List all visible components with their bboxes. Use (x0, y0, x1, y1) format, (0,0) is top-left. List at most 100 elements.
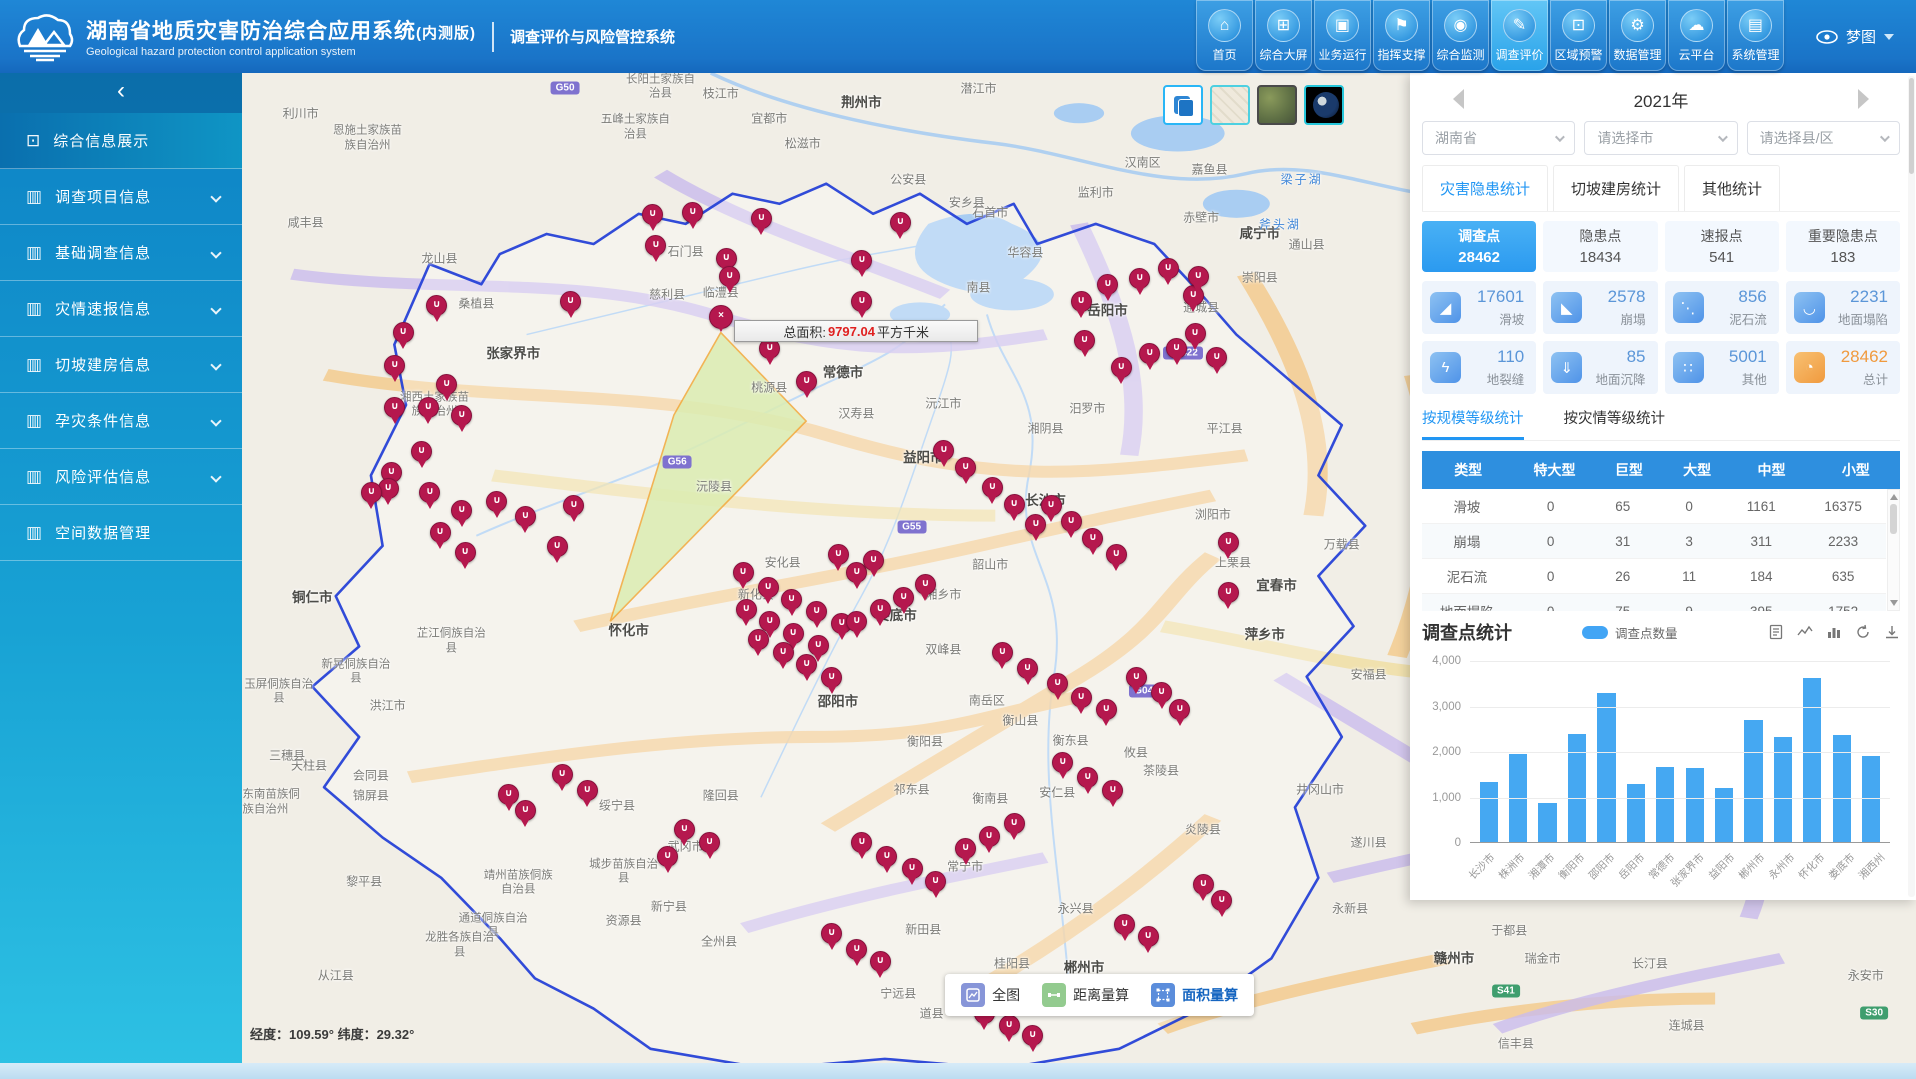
hazard-pin[interactable]: ∪ (436, 374, 457, 395)
hazard-pin[interactable]: ∪ (1139, 343, 1160, 364)
hazard-pin[interactable]: ∪ (418, 397, 439, 418)
hazard-pin[interactable]: ∪ (999, 1015, 1020, 1036)
scroll-thumb[interactable] (1890, 504, 1897, 534)
panel-scrollbar[interactable] (1908, 76, 1915, 897)
hazard-pin[interactable]: ∪ (430, 522, 451, 543)
sidebar-item-0[interactable]: ⊡综合信息展示 (0, 113, 242, 169)
hazard-pin[interactable]: ∪ (1004, 494, 1025, 515)
city-select[interactable]: 请选择市 (1584, 121, 1737, 155)
type-card-泥石流[interactable]: ⋱856泥石流 (1665, 281, 1779, 334)
hazard-pin[interactable]: ∪ (547, 536, 568, 557)
data-view-icon[interactable] (1768, 624, 1784, 640)
summary-card-2[interactable]: 速报点541 (1665, 221, 1779, 272)
hazard-pin[interactable]: ∪ (773, 642, 794, 663)
distance-measure-button[interactable]: 距离量算 (1042, 983, 1129, 1007)
layer-street-button[interactable] (1210, 85, 1250, 125)
hazard-pin[interactable]: ∪ (870, 599, 891, 620)
hazard-pin[interactable]: ∪ (1106, 544, 1127, 565)
subtab-1[interactable]: 按灾情等级统计 (1564, 407, 1666, 440)
type-card-其他[interactable]: ∷5001其他 (1665, 341, 1779, 394)
type-card-滑坡[interactable]: ◢17601滑坡 (1422, 281, 1536, 334)
hazard-pin[interactable]: ∪ (751, 208, 772, 229)
sidebar-item-2[interactable]: ▥基础调查信息 (0, 225, 242, 281)
summary-card-1[interactable]: 隐患点18434 (1543, 221, 1657, 272)
nav-tab-region[interactable]: ⊡区域预警 (1550, 0, 1607, 71)
user-area[interactable]: 梦图 (1786, 26, 1916, 47)
hazard-pin[interactable]: ∪ (1188, 266, 1209, 287)
nav-tab-survey[interactable]: ✎调查评价 (1491, 0, 1548, 71)
tab-1[interactable]: 切坡建房统计 (1553, 165, 1679, 211)
measure-close-pin[interactable]: × (709, 305, 733, 329)
next-year-button[interactable] (1858, 89, 1869, 109)
hazard-pin[interactable]: ∪ (1206, 347, 1227, 368)
hazard-pin[interactable]: ∪ (657, 846, 678, 867)
hazard-pin[interactable]: ∪ (1185, 323, 1206, 344)
hazard-pin[interactable]: ∪ (890, 212, 911, 233)
hazard-pin[interactable]: ∪ (902, 858, 923, 879)
scroll-down-icon[interactable] (1890, 600, 1898, 606)
hazard-pin[interactable]: ∪ (1218, 532, 1239, 553)
hazard-pin[interactable]: ∪ (821, 667, 842, 688)
hazard-pin[interactable]: ∪ (758, 577, 779, 598)
hazard-pin[interactable]: ∪ (1218, 582, 1239, 603)
summary-card-3[interactable]: 重要隐患点183 (1786, 221, 1900, 272)
hazard-pin[interactable]: ∪ (1096, 699, 1117, 720)
subtab-0[interactable]: 按规模等级统计 (1422, 407, 1524, 440)
hazard-pin[interactable]: ∪ (979, 826, 1000, 847)
nav-tab-cloud[interactable]: ☁云平台 (1668, 0, 1725, 71)
sidebar-item-5[interactable]: ▥孕灾条件信息 (0, 393, 242, 449)
full-extent-button[interactable]: 全图 (961, 983, 1020, 1007)
hazard-pin[interactable]: ∪ (1166, 338, 1187, 359)
hazard-pin[interactable]: ∪ (642, 204, 663, 225)
nav-tab-command[interactable]: ⚑指挥支撑 (1373, 0, 1430, 71)
chart-legend[interactable]: 调查点数量 (1582, 623, 1678, 642)
refresh-icon[interactable] (1855, 624, 1871, 640)
nav-tab-system[interactable]: ▤系统管理 (1727, 0, 1784, 71)
summary-card-0[interactable]: 调查点28462 (1422, 221, 1536, 272)
hazard-pin[interactable]: ∪ (1138, 926, 1159, 947)
hazard-pin[interactable]: ∪ (1047, 673, 1068, 694)
hazard-pin[interactable]: ∪ (563, 495, 584, 516)
type-card-地面沉降[interactable]: ⇓85地面沉降 (1543, 341, 1657, 394)
hazard-pin[interactable]: ∪ (384, 355, 405, 376)
sidebar-item-6[interactable]: ▥风险评估信息 (0, 449, 242, 505)
nav-tab-dataman[interactable]: ⚙数据管理 (1609, 0, 1666, 71)
hazard-pin[interactable]: ∪ (1151, 682, 1172, 703)
hazard-pin[interactable]: ∪ (552, 764, 573, 785)
hazard-pin[interactable]: ∪ (1111, 357, 1132, 378)
hazard-pin[interactable]: ∪ (1041, 495, 1062, 516)
sidebar-collapse-button[interactable]: ‹ (0, 73, 242, 113)
sidebar-item-3[interactable]: ▥灾情速报信息 (0, 281, 242, 337)
hazard-pin[interactable]: ∪ (1074, 330, 1095, 351)
area-measure-button[interactable]: 面积量算 (1151, 983, 1238, 1007)
hazard-pin[interactable]: ∪ (828, 544, 849, 565)
hazard-pin[interactable]: ∪ (699, 832, 720, 853)
tab-0[interactable]: 灾害隐患统计 (1422, 165, 1548, 211)
hazard-pin[interactable]: ∪ (1017, 658, 1038, 679)
type-card-崩塌[interactable]: ◣2578崩塌 (1543, 281, 1657, 334)
hazard-pin[interactable]: ∪ (955, 838, 976, 859)
county-select[interactable]: 请选择县/区 (1747, 121, 1900, 155)
table-scrollbar[interactable] (1887, 489, 1900, 611)
hazard-pin[interactable]: ∪ (455, 542, 476, 563)
hazard-pin[interactable]: ∪ (486, 491, 507, 512)
line-chart-icon[interactable] (1797, 624, 1813, 640)
hazard-pin[interactable]: ∪ (515, 506, 536, 527)
sidebar-item-7[interactable]: ▥空间数据管理 (0, 505, 242, 561)
type-card-总计[interactable]: ◔28462总计 (1786, 341, 1900, 394)
sidebar-item-4[interactable]: ▥切坡建房信息 (0, 337, 242, 393)
sidebar-item-1[interactable]: ▥调查项目信息 (0, 169, 242, 225)
hazard-pin[interactable]: ∪ (736, 599, 757, 620)
tab-2[interactable]: 其他统计 (1684, 165, 1780, 211)
hazard-pin[interactable]: ∪ (796, 371, 817, 392)
scroll-up-icon[interactable] (1890, 494, 1898, 500)
hazard-pin[interactable]: ∪ (915, 574, 936, 595)
hazard-pin[interactable]: ∪ (925, 871, 946, 892)
province-select[interactable]: 湖南省 (1422, 121, 1575, 155)
prev-year-button[interactable] (1453, 89, 1464, 109)
type-card-地裂缝[interactable]: ϟ110地裂缝 (1422, 341, 1536, 394)
hazard-pin[interactable]: ∪ (982, 477, 1003, 498)
hazard-pin[interactable]: ∪ (1158, 258, 1179, 279)
hazard-pin[interactable]: ∪ (1004, 813, 1025, 834)
hazard-pin[interactable]: ∪ (393, 322, 414, 343)
